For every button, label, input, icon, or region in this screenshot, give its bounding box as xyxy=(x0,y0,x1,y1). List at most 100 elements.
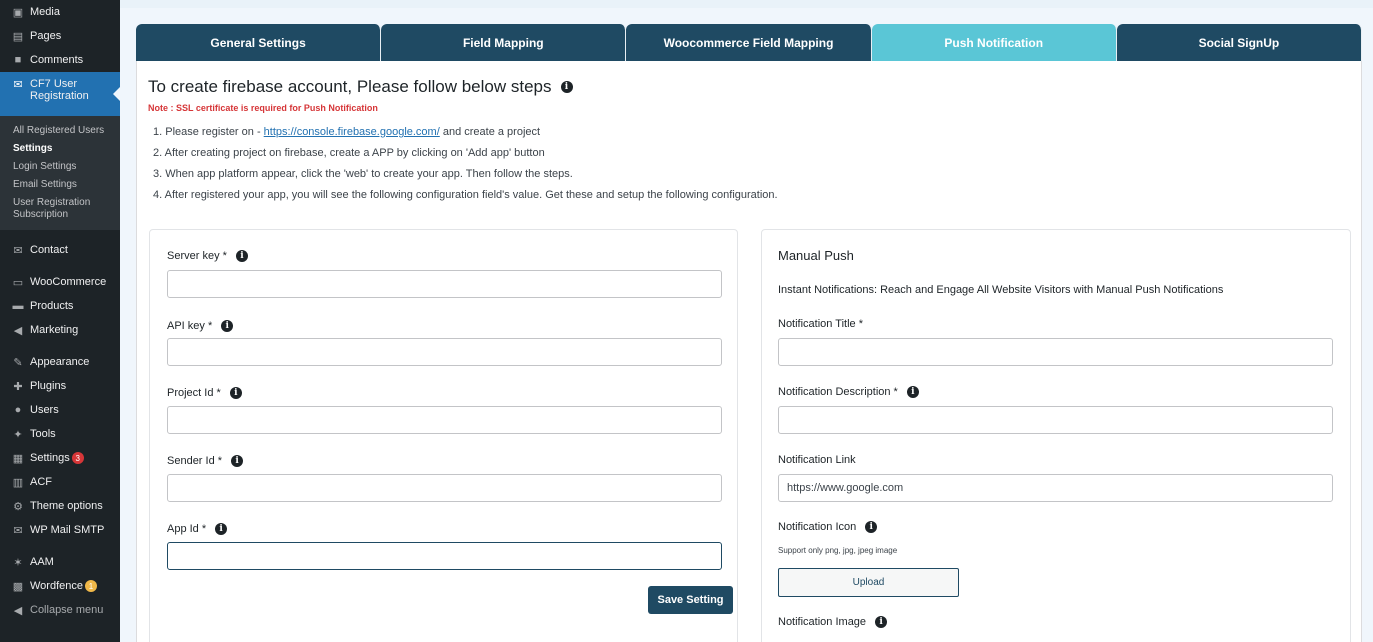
tab-push-notification[interactable]: Push Notification xyxy=(871,24,1117,61)
plugins-icon: ✚ xyxy=(13,380,23,393)
sender-id-input[interactable] xyxy=(167,474,722,502)
sidebar-item-media[interactable]: ▣ Media xyxy=(0,0,120,24)
firebase-console-link[interactable]: https://console.firebase.google.com/ xyxy=(264,126,440,138)
setup-steps: 1. Please register on - https://console.… xyxy=(153,125,778,209)
app-id-input[interactable] xyxy=(167,542,722,570)
sidebar-item-woocommerce[interactable]: ▭ WooCommerce xyxy=(0,270,120,294)
sidebar-item-plugins[interactable]: ✚ Plugins xyxy=(0,374,120,398)
sidebar-item-wp-mail-smtp[interactable]: ✉ WP Mail SMTP xyxy=(0,518,120,542)
tab-field-mapping[interactable]: Field Mapping xyxy=(381,24,627,61)
project-id-label: Project Id * i xyxy=(167,387,242,399)
admin-sidebar: ▣ Media ▤ Pages ■ Comments ✉ CF7 User Re… xyxy=(0,0,121,642)
firebase-config-card: Server key * i API key * i Project Id * … xyxy=(149,229,738,642)
sidebar-item-contact[interactable]: ✉ Contact xyxy=(0,238,120,262)
submenu-email-settings[interactable]: Email Settings xyxy=(0,176,120,194)
tab-general-settings[interactable]: General Settings xyxy=(136,24,382,61)
tools-icon: ✦ xyxy=(13,428,23,441)
sidebar-item-comments[interactable]: ■ Comments xyxy=(0,48,120,72)
theme-options-icon: ⚙ xyxy=(13,500,23,513)
app-id-label: App Id * i xyxy=(167,523,228,535)
sidebar-item-label: Wordfence xyxy=(30,580,83,592)
sidebar-item-label: CF7 User xyxy=(30,78,78,90)
sidebar-item-theme-options[interactable]: ⚙ Theme options xyxy=(0,494,120,518)
wordfence-icon: ▩ xyxy=(12,580,24,593)
page-title: To create firebase account, Please follo… xyxy=(148,77,573,97)
sidebar-item-marketing[interactable]: ◀ Marketing xyxy=(0,318,120,342)
info-icon[interactable]: i xyxy=(865,521,878,533)
tab-social-signup[interactable]: Social SignUp xyxy=(1116,24,1363,61)
submenu-user-registration-subscription[interactable]: User Registration Subscription xyxy=(0,194,120,224)
notification-description-label: Notification Description * i xyxy=(778,386,919,398)
tab-woocommerce-field-mapping[interactable]: Woocommerce Field Mapping xyxy=(626,24,872,61)
sidebar-item-label: Plugins xyxy=(30,380,67,392)
sidebar-item-pages[interactable]: ▤ Pages xyxy=(0,24,120,48)
info-icon[interactable]: i xyxy=(215,523,228,535)
sidebar-item-label: Collapse menu xyxy=(30,604,104,616)
sidebar-item-aam[interactable]: ✶ AAM xyxy=(0,550,120,574)
media-icon: ▣ xyxy=(12,6,24,19)
submenu-all-registered-users[interactable]: All Registered Users xyxy=(0,122,120,140)
products-icon: ▬ xyxy=(12,300,24,312)
project-id-input[interactable] xyxy=(167,406,722,434)
submenu-settings[interactable]: Settings xyxy=(0,140,120,158)
sidebar-item-products[interactable]: ▬ Products xyxy=(0,294,120,318)
sidebar-item-tools[interactable]: ✦ Tools xyxy=(0,422,120,446)
sidebar-item-wordfence[interactable]: ▩ Wordfence 1 xyxy=(0,574,120,598)
info-icon[interactable]: i xyxy=(906,386,919,398)
appearance-icon: ✎ xyxy=(13,356,23,369)
sidebar-item-label: AAM xyxy=(30,556,54,568)
notification-icon-label: Notification Icon i xyxy=(778,521,878,533)
notification-title-input[interactable] xyxy=(778,338,1333,366)
notification-link-input[interactable] xyxy=(778,474,1333,502)
api-key-input[interactable] xyxy=(167,338,722,366)
notification-title-label: Notification Title * xyxy=(778,318,863,330)
sidebar-item-label: Pages xyxy=(30,30,62,42)
sidebar-item-settings[interactable]: ▦ Settings 3 xyxy=(0,446,120,470)
info-icon[interactable]: i xyxy=(229,387,242,399)
sidebar-item-appearance[interactable]: ✎ Appearance xyxy=(0,350,120,374)
sidebar-item-label: Theme options xyxy=(30,500,103,512)
save-setting-button[interactable]: Save Setting xyxy=(648,586,733,614)
manual-push-title: Manual Push xyxy=(778,248,854,263)
sidebar-item-label: Contact xyxy=(30,244,68,256)
wordfence-count-badge: 1 xyxy=(85,580,97,592)
manual-push-card: Manual Push Instant Notifications: Reach… xyxy=(761,229,1351,642)
sidebar-item-label: Users xyxy=(30,404,59,416)
server-key-input[interactable] xyxy=(167,270,722,298)
settings-icon: ▦ xyxy=(12,452,24,465)
notification-description-input[interactable] xyxy=(778,406,1333,434)
woocommerce-icon: ▭ xyxy=(12,276,24,289)
pages-icon: ▤ xyxy=(12,30,24,43)
sidebar-item-users[interactable]: ● Users xyxy=(0,398,120,422)
sidebar-item-label: Marketing xyxy=(30,324,79,336)
sidebar-item-collapse-menu[interactable]: ◀ Collapse menu xyxy=(0,598,120,622)
settings-count-badge: 3 xyxy=(71,452,84,464)
aam-icon: ✶ xyxy=(13,556,23,569)
upload-button[interactable]: Upload xyxy=(778,568,959,597)
acf-icon: ▥ xyxy=(12,476,24,489)
mail-icon: ✉ xyxy=(13,524,23,537)
push-notification-panel: To create firebase account, Please follo… xyxy=(136,61,1362,642)
step-1: 1. Please register on - https://console.… xyxy=(153,126,541,138)
info-icon[interactable]: i xyxy=(875,616,888,628)
sidebar-item-label: Comments xyxy=(30,54,84,66)
sidebar-item-cf7-user-registration[interactable]: ✉ CF7 User Registration xyxy=(0,72,121,116)
ssl-note: Note : SSL certificate is required for P… xyxy=(148,103,378,113)
info-icon[interactable]: i xyxy=(235,250,248,262)
notification-link-label: Notification Link xyxy=(778,454,856,466)
collapse-icon: ◀ xyxy=(13,604,23,617)
step-4: 4. After registered your app, you will s… xyxy=(153,189,778,201)
sidebar-item-label: ACF xyxy=(30,476,52,488)
sidebar-item-label: Media xyxy=(30,6,60,18)
info-icon[interactable]: i xyxy=(560,81,573,93)
submenu-login-settings[interactable]: Login Settings xyxy=(0,158,120,176)
users-icon: ● xyxy=(14,404,22,416)
top-strip xyxy=(120,0,1373,8)
step-2: 2. After creating project on firebase, c… xyxy=(153,147,545,159)
info-icon[interactable]: i xyxy=(231,455,244,467)
sidebar-item-acf[interactable]: ▥ ACF xyxy=(0,470,120,494)
info-icon[interactable]: i xyxy=(221,320,234,332)
sidebar-item-label: Registration xyxy=(30,90,89,102)
comments-icon: ■ xyxy=(14,54,22,66)
sidebar-item-label: Products xyxy=(30,300,74,312)
